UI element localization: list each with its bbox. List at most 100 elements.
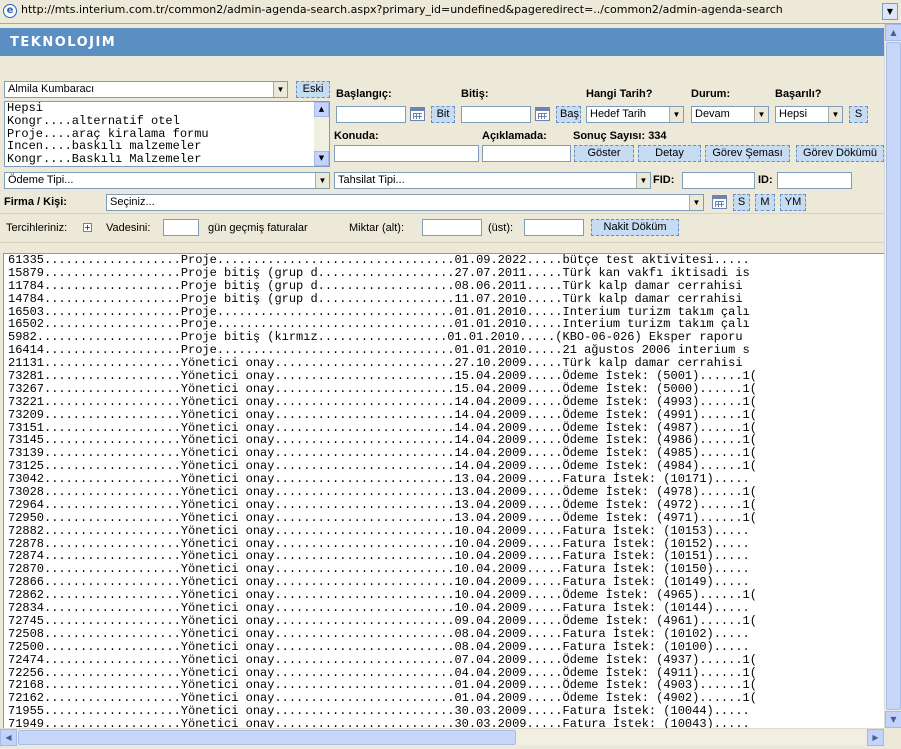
scroll-left-icon[interactable]: ◀ xyxy=(0,729,17,746)
project-listbox[interactable]: Hepsi Kongr....alternatif otel Proje....… xyxy=(4,101,330,167)
list-item[interactable]: Hepsi xyxy=(5,102,329,115)
logo: TEKNOLOJIM xyxy=(10,35,117,50)
divider xyxy=(0,213,884,214)
basarili-select[interactable]: Hepsi ▼ xyxy=(775,106,843,123)
tercihleriniz-label: Tercihleriniz: xyxy=(6,222,68,234)
list-item[interactable]: 72745...................Yönetici onay...… xyxy=(4,615,884,628)
konuda-input[interactable] xyxy=(334,145,479,162)
list-item[interactable]: 72882...................Yönetici onay...… xyxy=(4,524,884,538)
bas-button[interactable]: Baş xyxy=(556,106,581,123)
durum-select[interactable]: Devam ▼ xyxy=(691,106,769,123)
bitis-date-input[interactable] xyxy=(461,106,531,123)
aciklamada-input[interactable] xyxy=(482,145,571,162)
list-item[interactable]: 72508...................Yönetici onay...… xyxy=(4,627,884,641)
list-item[interactable]: 71949...................Yönetici onay...… xyxy=(4,718,884,728)
hangi-tarih-label: Hangi Tarih? xyxy=(586,88,653,100)
baslangic-label: Başlangıç: xyxy=(336,88,392,100)
firma-s-button[interactable]: S xyxy=(733,194,750,211)
user-select-value: Almila Kumbaracı xyxy=(8,83,95,95)
firma-label: Firma / Kişi: xyxy=(4,196,67,208)
nakit-dokum-button[interactable]: Nakit Döküm xyxy=(591,219,679,236)
detay-button[interactable]: Detay xyxy=(638,145,701,162)
scroll-right-icon[interactable]: ▶ xyxy=(867,729,884,746)
list-item[interactable]: 73209...................Yönetici onay...… xyxy=(4,408,884,422)
divider xyxy=(0,242,884,243)
ym-button[interactable]: YM xyxy=(780,194,806,211)
vertical-scrollbar[interactable]: ▲ ▼ xyxy=(884,24,901,728)
gorev-semasi-button[interactable]: Görev Şeması xyxy=(705,145,790,162)
user-select[interactable]: Almila Kumbaracı ▼ xyxy=(4,81,288,98)
hangi-tarih-select[interactable]: Hedef Tarih ▼ xyxy=(586,106,684,123)
durum-value: Devam xyxy=(695,108,730,120)
chevron-down-icon[interactable]: ▼ xyxy=(689,195,703,210)
miktar-ust-input[interactable] xyxy=(524,219,584,236)
calendar-icon[interactable] xyxy=(410,107,425,121)
list-item[interactable]: 72834...................Yönetici onay...… xyxy=(4,602,884,615)
list-item[interactable]: 73281...................Yönetici onay...… xyxy=(4,370,884,383)
odeme-tipi-select[interactable]: Ödeme Tipi... ▼ xyxy=(4,172,330,189)
miktar-ust-label: (üst): xyxy=(488,222,514,234)
odeme-tipi-value: Ödeme Tipi... xyxy=(8,174,74,186)
firma-select[interactable]: Seçiniz... ▼ xyxy=(106,194,704,211)
id-input[interactable] xyxy=(777,172,852,189)
horizontal-scroll-thumb[interactable] xyxy=(18,730,516,745)
fid-input[interactable] xyxy=(682,172,755,189)
scroll-down-icon[interactable]: ▼ xyxy=(314,151,329,166)
list-item[interactable]: 61335...................Proje...........… xyxy=(4,254,884,267)
miktar-alt-input[interactable] xyxy=(422,219,482,236)
list-item[interactable]: 73028...................Yönetici onay...… xyxy=(4,486,884,499)
vertical-scroll-thumb[interactable] xyxy=(886,42,901,710)
list-item[interactable]: 73267...................Yönetici onay...… xyxy=(4,383,884,396)
browser-window: e http://mts.interium.com.tr/common2/adm… xyxy=(0,0,901,749)
tahsilat-tipi-select[interactable]: Tahsilat Tipi... ▼ xyxy=(334,172,651,189)
address-dropdown-icon[interactable]: ▼ xyxy=(882,3,898,20)
address-url[interactable]: http://mts.interium.com.tr/common2/admin… xyxy=(21,3,783,16)
list-item[interactable]: 72474...................Yönetici onay...… xyxy=(4,653,884,667)
list-item[interactable]: Kongr....Baskılı Malzemeler xyxy=(5,153,329,166)
gorev-dokumu-button[interactable]: Görev Dökümü xyxy=(796,145,884,162)
listbox-scrollbar[interactable]: ▲ ▼ xyxy=(314,102,329,166)
list-item[interactable]: 73221...................Yönetici onay...… xyxy=(4,395,884,409)
calendar-icon[interactable] xyxy=(535,107,550,121)
firma-value: Seçiniz... xyxy=(110,196,155,208)
basarili-value: Hepsi xyxy=(779,108,808,120)
chevron-down-icon[interactable]: ▼ xyxy=(315,173,329,188)
list-item[interactable]: 72500...................Yönetici onay...… xyxy=(4,640,884,654)
list-item[interactable]: Kongr....alternatif otel xyxy=(5,114,329,128)
konuda-label: Konuda: xyxy=(334,130,379,142)
expand-plus-icon[interactable]: + xyxy=(83,223,92,232)
address-bar[interactable]: e http://mts.interium.com.tr/common2/adm… xyxy=(0,0,901,24)
scroll-up-icon[interactable]: ▲ xyxy=(885,24,901,41)
scroll-down-icon[interactable]: ▼ xyxy=(885,711,901,728)
horizontal-scrollbar[interactable]: ◀ ▶ xyxy=(0,728,884,746)
chevron-down-icon[interactable]: ▼ xyxy=(754,107,768,122)
header-banner: TEKNOLOJIM xyxy=(0,28,884,56)
list-item[interactable]: 11784...................Proje bitiş (gru… xyxy=(4,279,884,293)
chevron-down-icon[interactable]: ▼ xyxy=(273,82,287,97)
chevron-down-icon[interactable]: ▼ xyxy=(828,107,842,122)
chevron-down-icon[interactable]: ▼ xyxy=(636,173,650,188)
calendar-icon[interactable] xyxy=(712,195,727,209)
list-item[interactable]: 72964...................Yönetici onay...… xyxy=(4,499,884,512)
eski-button[interactable]: Eski xyxy=(296,81,330,98)
basarili-label: Başarılı? xyxy=(775,88,822,100)
fid-label: FID: xyxy=(653,174,675,186)
scroll-up-icon[interactable]: ▲ xyxy=(314,102,329,117)
list-item[interactable]: 72950...................Yönetici onay...… xyxy=(4,511,884,525)
m-button[interactable]: M xyxy=(755,194,775,211)
baslangic-date-input[interactable] xyxy=(336,106,406,123)
miktar-alt-label: Miktar (alt): xyxy=(349,222,404,234)
id-label: ID: xyxy=(758,174,773,186)
goster-button[interactable]: Göster xyxy=(574,145,634,162)
tahsilat-tipi-value: Tahsilat Tipi... xyxy=(338,174,405,186)
vadesini-input[interactable] xyxy=(163,219,199,236)
chevron-down-icon[interactable]: ▼ xyxy=(669,107,683,122)
list-item[interactable]: 15879...................Proje bitiş (gru… xyxy=(4,266,884,280)
aciklamada-label: Açıklamada: xyxy=(482,130,547,142)
list-item[interactable]: 14784...................Proje bitiş (gru… xyxy=(4,292,884,306)
s-button[interactable]: S xyxy=(849,106,868,123)
results-list[interactable]: 61335...................Proje...........… xyxy=(3,253,884,728)
ie-page-icon: e xyxy=(3,4,17,18)
durum-label: Durum: xyxy=(691,88,731,100)
bit-button[interactable]: Bit xyxy=(431,106,455,123)
